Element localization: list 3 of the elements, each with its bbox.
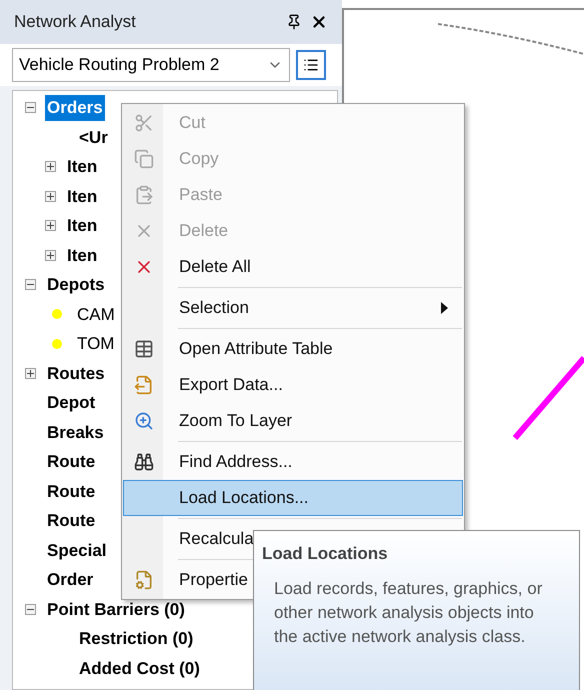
panel-title: Network Analyst <box>14 11 137 34</box>
tooltip-text: Load records, features, graphics, or other network analysis objects into the active network analysis class. <box>273 578 544 648</box>
tooltip-title: Load Locations <box>262 543 389 565</box>
